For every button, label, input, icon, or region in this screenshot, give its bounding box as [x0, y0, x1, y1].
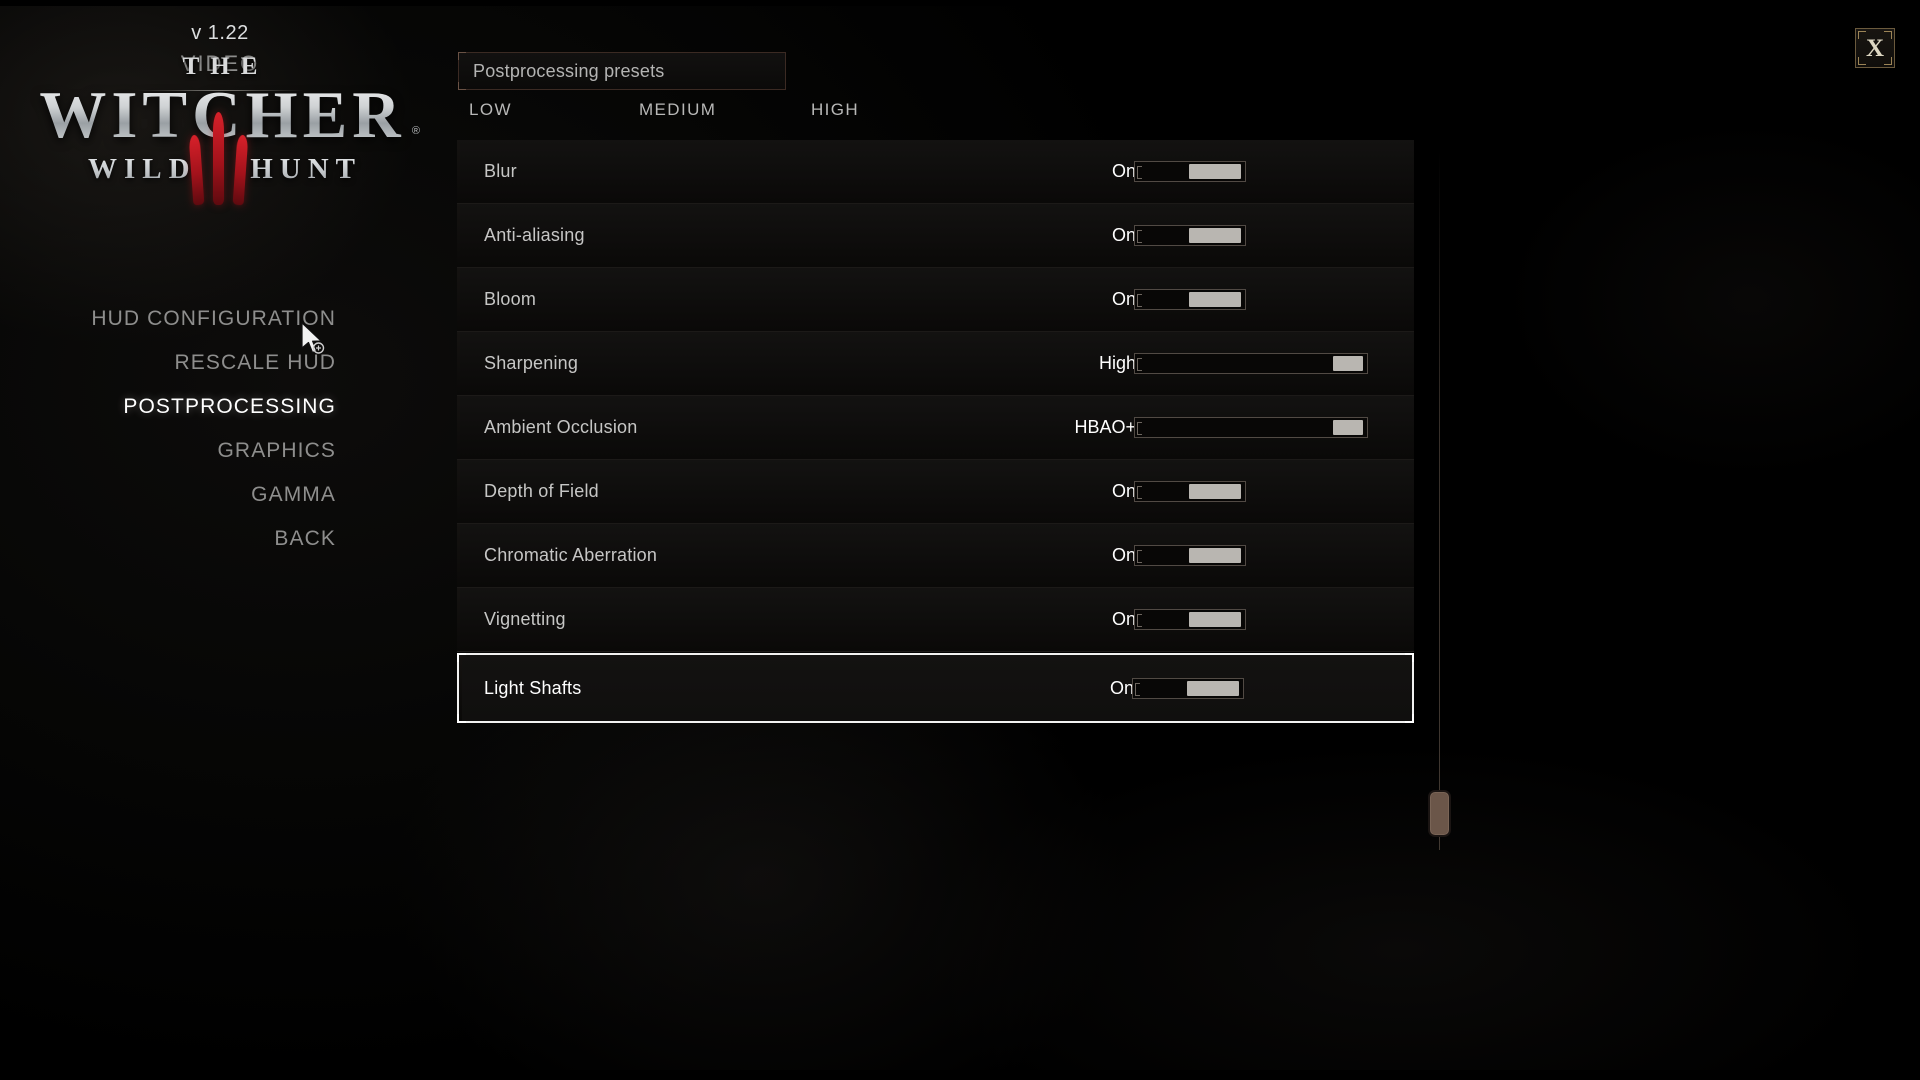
setting-slider[interactable] — [1134, 545, 1246, 566]
letterbox-bottom — [0, 1070, 1920, 1080]
setting-value: On — [1111, 609, 1136, 629]
setting-value: On — [1111, 481, 1136, 501]
setting-slider[interactable] — [1134, 161, 1246, 182]
sidebar-item-hud-configuration[interactable]: HUD CONFIGURATION — [0, 300, 336, 337]
preset-tier-high[interactable]: HIGH — [811, 100, 859, 120]
setting-slider[interactable] — [1134, 609, 1246, 630]
setting-value: On — [1111, 225, 1136, 245]
logo-subtitle: WILD HUNT — [0, 112, 440, 207]
sidebar-item-postprocessing[interactable]: POSTPROCESSING — [0, 388, 336, 425]
game-settings-screen: THE WITCHER ® WILD HUNT v 1.22 VIDEO HUD… — [0, 0, 1920, 1080]
setting-slider[interactable] — [1134, 481, 1246, 502]
sidebar-item-rescale-hud[interactable]: RESCALE HUD — [0, 344, 336, 381]
sidebar-item-graphics[interactable]: GRAPHICS — [0, 432, 336, 469]
scrollbar-thumb[interactable] — [1428, 790, 1451, 837]
setting-slider[interactable] — [1134, 289, 1246, 310]
selection-corner-bottom-right — [1405, 714, 1414, 723]
setting-row-bloom[interactable]: Bloom On — [457, 268, 1414, 332]
setting-row-light-shafts[interactable]: Light Shafts On — [457, 653, 1414, 723]
preset-tier-medium[interactable]: MEDIUM — [639, 100, 716, 120]
game-version: v 1.22 — [191, 22, 249, 44]
logo-numeral-three-icon — [185, 109, 255, 207]
selection-corner-top-right — [1405, 653, 1414, 662]
selection-corner-bottom-left — [457, 714, 466, 723]
setting-row-ambient-occlusion[interactable]: Ambient Occlusion HBAO+ — [457, 396, 1414, 460]
registered-mark: ® — [411, 125, 420, 137]
preset-tier-low[interactable]: LOW — [469, 100, 512, 120]
setting-label: Blur — [484, 161, 517, 181]
setting-value: High — [1098, 353, 1136, 373]
setting-value: On — [1109, 677, 1134, 698]
setting-label: Vignetting — [484, 609, 566, 629]
setting-row-anti-aliasing[interactable]: Anti-aliasing On — [457, 204, 1414, 268]
setting-row-vignetting[interactable]: Vignetting On — [457, 588, 1414, 652]
setting-label: Sharpening — [484, 353, 579, 373]
settings-list: Blur On Anti-aliasing On Bloom On Sharpe… — [457, 140, 1414, 723]
setting-value: On — [1111, 161, 1136, 181]
setting-label: Ambient Occlusion — [484, 417, 638, 437]
setting-row-depth-of-field[interactable]: Depth of Field On — [457, 460, 1414, 524]
letterbox-top — [0, 0, 1920, 6]
setting-slider[interactable] — [1134, 353, 1368, 374]
logo-the-text: THE — [182, 53, 269, 80]
preset-selector-label: Postprocessing presets — [473, 60, 665, 81]
setting-row-blur[interactable]: Blur On — [457, 140, 1414, 204]
setting-row-sharpening[interactable]: Sharpening High — [457, 332, 1414, 396]
setting-label: Bloom — [484, 289, 537, 309]
close-button[interactable]: X — [1855, 28, 1895, 68]
setting-value: HBAO+ — [1074, 417, 1136, 437]
scrollbar-track — [1439, 150, 1440, 850]
settings-nav: HUD CONFIGURATION RESCALE HUD POSTPROCES… — [0, 300, 440, 564]
selection-corner-top-left — [457, 653, 466, 662]
game-logo: THE WITCHER ® WILD HUNT — [0, 53, 440, 207]
close-icon: X — [1865, 34, 1885, 62]
preset-tier-row: LOW MEDIUM HIGH — [457, 100, 1457, 128]
setting-slider[interactable] — [1132, 677, 1244, 699]
setting-slider[interactable] — [1134, 417, 1368, 438]
settings-content-panel: Postprocessing presets LOW MEDIUM HIGH B… — [457, 0, 1457, 1080]
sidebar-item-back[interactable]: BACK — [0, 520, 336, 557]
preset-selector[interactable]: Postprocessing presets — [458, 52, 786, 90]
setting-value: On — [1111, 545, 1136, 565]
logo-wild-text: WILD — [88, 153, 197, 186]
settings-scrollbar[interactable] — [1428, 150, 1451, 850]
logo-hunt-text: HUNT — [250, 153, 362, 186]
setting-slider[interactable] — [1134, 225, 1246, 246]
setting-label: Depth of Field — [484, 481, 599, 501]
setting-label: Anti-aliasing — [484, 225, 585, 245]
setting-value: On — [1111, 289, 1136, 309]
setting-row-chromatic-aberration[interactable]: Chromatic Aberration On — [457, 524, 1414, 588]
setting-label: Light Shafts — [484, 677, 582, 698]
left-panel: THE WITCHER ® WILD HUNT v 1.22 VIDEO HUD… — [0, 0, 440, 1080]
setting-label: Chromatic Aberration — [484, 545, 658, 565]
sidebar-item-gamma[interactable]: GAMMA — [0, 476, 336, 513]
